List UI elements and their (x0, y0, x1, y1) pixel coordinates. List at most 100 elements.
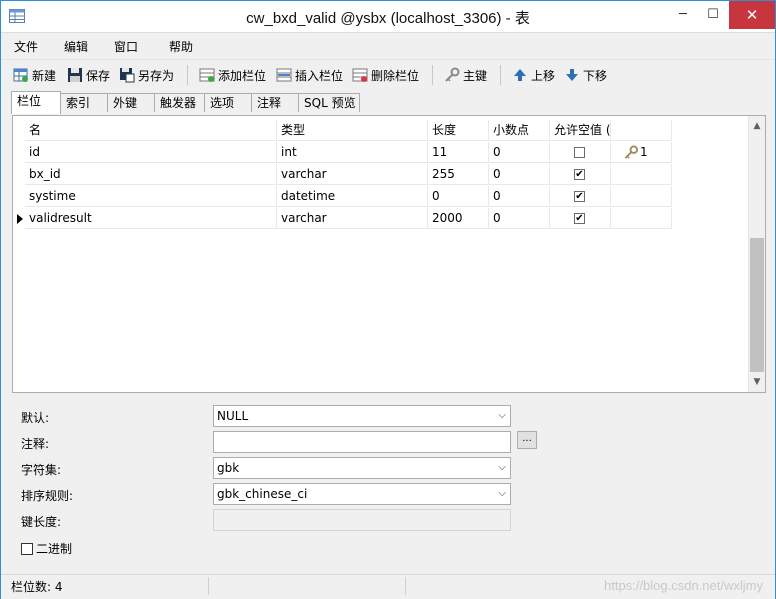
table-row[interactable]: id int 11 0 1 (13, 142, 673, 164)
comment-ellipsis-button[interactable]: ... (517, 431, 537, 449)
toolbar-separator (187, 65, 188, 85)
allow-null-cell[interactable]: ✔ (550, 186, 611, 207)
move-up-button[interactable]: 上移 (512, 66, 555, 84)
collation-value: gbk_chinese_ci (217, 487, 308, 501)
add-field-icon (199, 68, 215, 82)
field-type-cell[interactable]: varchar (277, 164, 428, 185)
header-key[interactable] (611, 120, 672, 141)
header-allow-null[interactable]: 允许空值 ( (550, 120, 611, 141)
insert-field-label: 插入栏位 (295, 68, 344, 83)
allow-null-cell[interactable]: ✔ (550, 164, 611, 185)
menu-file[interactable]: 文件 (14, 38, 38, 55)
save-button[interactable]: 保存 (67, 66, 110, 84)
field-decimals-cell[interactable]: 0 (489, 186, 550, 207)
save-label: 保存 (86, 68, 111, 83)
grid-header: 名 类型 长度 小数点 允许空值 ( (13, 120, 673, 142)
comment-input[interactable] (213, 431, 511, 453)
header-decimals[interactable]: 小数点 (489, 120, 550, 141)
menu-edit[interactable]: 编辑 (64, 38, 88, 55)
field-length-cell[interactable]: 255 (428, 164, 489, 185)
field-name-cell[interactable]: bx_id (25, 164, 277, 185)
field-length-cell[interactable]: 11 (428, 142, 489, 163)
move-down-button[interactable]: 下移 (564, 66, 607, 84)
collation-label: 排序规则: (21, 489, 74, 503)
field-name-cell[interactable]: validresult (25, 208, 277, 229)
new-button[interactable]: 新建 (13, 66, 56, 84)
key-cell[interactable] (611, 186, 672, 207)
default-select[interactable]: NULL ⌵ (213, 405, 511, 427)
allow-null-checkbox[interactable]: ✔ (574, 191, 585, 202)
field-length-cell[interactable]: 2000 (428, 208, 489, 229)
field-type-cell[interactable]: varchar (277, 208, 428, 229)
binary-checkbox-row[interactable]: 二进制 (21, 540, 72, 557)
tab-options[interactable]: 选项 (204, 93, 252, 112)
grid-scrollbar[interactable]: ▲ ▼ (748, 116, 765, 392)
key-cell[interactable]: 1 (611, 142, 672, 163)
tab-sql-preview[interactable]: SQL 预览 (298, 93, 360, 112)
window-title: cw_bxd_valid @ysbx (localhost_3306) - 表 (246, 10, 530, 27)
menu-help[interactable]: 帮助 (169, 38, 193, 55)
toolbar: 新建 保存 另存为 添加栏位 插入栏位 删除栏位 主键 上移 下移 (1, 59, 775, 90)
tab-strip: 栏位 索引 外键 触发器 选项 注释 SQL 预览 (1, 91, 775, 115)
field-type-cell[interactable]: datetime (277, 186, 428, 207)
chevron-down-icon: ⌵ (498, 410, 506, 421)
allow-null-checkbox[interactable]: ✔ (574, 169, 585, 180)
add-field-button[interactable]: 添加栏位 (199, 66, 266, 84)
collation-select[interactable]: gbk_chinese_ci ⌵ (213, 483, 511, 505)
allow-null-cell[interactable] (550, 142, 611, 163)
field-length-cell[interactable]: 0 (428, 186, 489, 207)
status-separator (208, 577, 209, 595)
table-row[interactable]: systime datetime 0 0 ✔ (13, 186, 673, 208)
maximize-button[interactable]: ☐ (698, 1, 728, 29)
allow-null-checkbox[interactable]: ✔ (574, 213, 585, 224)
chevron-down-icon: ⌵ (498, 462, 506, 473)
save-as-icon (120, 68, 135, 83)
tab-triggers[interactable]: 触发器 (154, 93, 205, 112)
field-decimals-cell[interactable]: 0 (489, 208, 550, 229)
field-type-cell[interactable]: int (277, 142, 428, 163)
delete-field-button[interactable]: 删除栏位 (352, 66, 419, 84)
scroll-down-arrow[interactable]: ▼ (749, 374, 765, 390)
menu-bar: 文件 编辑 窗口 帮助 (1, 33, 775, 57)
toolbar-separator (500, 65, 501, 85)
header-name[interactable]: 名 (25, 120, 277, 141)
field-decimals-cell[interactable]: 0 (489, 164, 550, 185)
default-value: NULL (217, 409, 249, 423)
key-length-input (213, 509, 511, 531)
insert-field-icon (276, 68, 292, 82)
key-length-label: 键长度: (21, 515, 62, 529)
save-as-button[interactable]: 另存为 (119, 66, 174, 84)
key-cell[interactable] (611, 208, 672, 229)
scroll-up-arrow[interactable]: ▲ (749, 118, 765, 134)
status-bar: 栏位数: 4 https://blog.csdn.net/wxljmy (1, 574, 775, 599)
tab-comments[interactable]: 注释 (251, 93, 299, 112)
close-button[interactable]: ✕ (729, 1, 775, 29)
binary-checkbox[interactable] (21, 542, 33, 555)
binary-label: 二进制 (36, 542, 73, 556)
table-row-selected[interactable]: validresult varchar 2000 0 ✔ (13, 208, 673, 230)
allow-null-checkbox[interactable] (574, 147, 585, 158)
field-name-cell[interactable]: id (25, 142, 277, 163)
current-row-indicator (17, 214, 23, 224)
table-row[interactable]: bx_id varchar 255 0 ✔ (13, 164, 673, 186)
delete-field-icon (352, 68, 368, 82)
scroll-thumb[interactable] (750, 238, 764, 372)
insert-field-button[interactable]: 插入栏位 (276, 66, 343, 84)
allow-null-cell[interactable]: ✔ (550, 208, 611, 229)
tab-indexes[interactable]: 索引 (60, 93, 108, 112)
field-decimals-cell[interactable]: 0 (489, 142, 550, 163)
field-name-cell[interactable]: systime (25, 186, 277, 207)
key-cell[interactable] (611, 164, 672, 185)
tab-fields[interactable]: 栏位 (11, 91, 61, 114)
charset-select[interactable]: gbk ⌵ (213, 457, 511, 479)
minimize-button[interactable]: ─ (668, 1, 698, 29)
arrow-up-icon (514, 69, 526, 81)
primary-key-button[interactable]: 主键 (444, 66, 487, 84)
header-type[interactable]: 类型 (277, 120, 428, 141)
tab-foreign-keys[interactable]: 外键 (107, 93, 155, 112)
menu-window[interactable]: 窗口 (114, 38, 138, 55)
fields-grid: 名 类型 长度 小数点 允许空值 ( id int 11 0 1 bx_id v… (12, 115, 766, 393)
header-length[interactable]: 长度 (428, 120, 489, 141)
toolbar-separator (432, 65, 433, 85)
move-down-label: 下移 (583, 68, 608, 83)
